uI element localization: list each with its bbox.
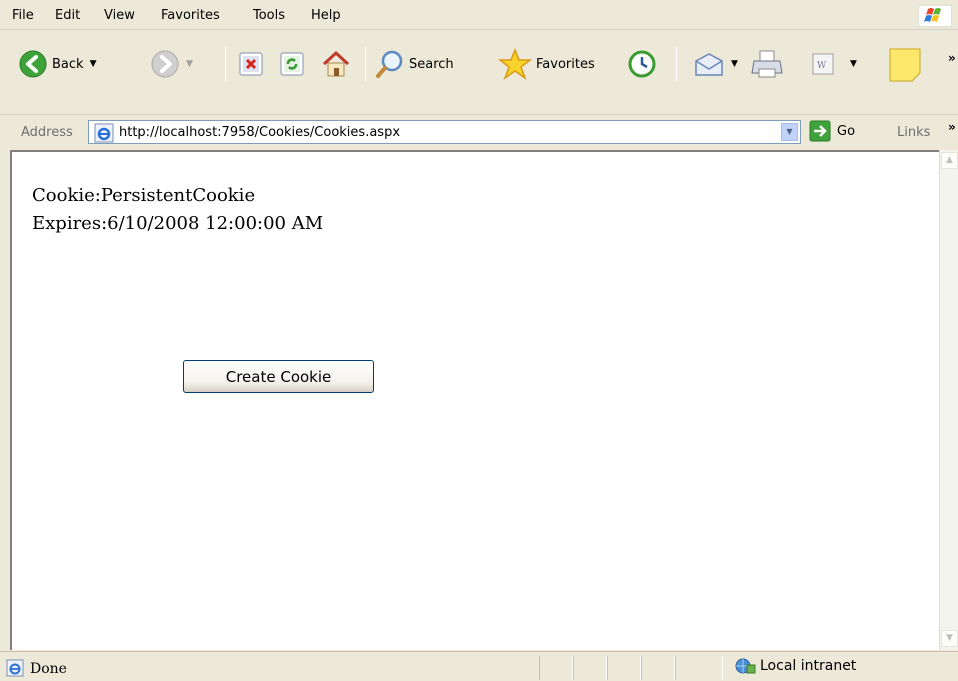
word-edit-icon: W [812, 53, 834, 75]
links-label[interactable]: Links [897, 125, 930, 140]
printer-icon [751, 50, 783, 78]
status-bar: Done Local intranet [0, 651, 958, 681]
notes-button[interactable] [888, 47, 922, 83]
ie-page-icon [94, 123, 114, 143]
menu-file[interactable]: File [12, 8, 34, 23]
edit-button[interactable]: W ▼ [810, 51, 857, 77]
menu-tools[interactable]: Tools [253, 8, 285, 23]
search-button[interactable]: Search [375, 49, 454, 79]
windows-logo-icon [918, 5, 952, 27]
vertical-scrollbar[interactable]: ▲ ▼ [939, 150, 958, 650]
favorites-button[interactable]: Favorites [498, 47, 595, 81]
address-bar: Address http://localhost:7958/Cookies/Co… [0, 116, 958, 148]
local-intranet-icon [735, 658, 756, 674]
home-icon [322, 50, 350, 77]
forward-arrow-icon [151, 50, 179, 78]
history-icon [628, 50, 656, 78]
status-cell [573, 656, 607, 680]
address-dropdown-icon[interactable]: ▼ [781, 123, 798, 141]
status-cell [539, 656, 573, 680]
page-content: Cookie:PersistentCookie Expires:6/10/200… [10, 150, 939, 650]
toolbar-separator [365, 47, 366, 81]
back-arrow-icon [19, 50, 47, 78]
go-label: Go [837, 123, 856, 139]
forward-button[interactable]: ▼ [150, 49, 193, 79]
favorites-star-icon [498, 47, 532, 80]
standard-toolbar: Back ▼ ▼ Search Favorites ▼ W ▼ » [0, 31, 958, 115]
cookie-expires-text: Expires:6/10/2008 12:00:00 AM [32, 213, 324, 234]
refresh-button[interactable] [279, 51, 305, 77]
svg-text:W: W [817, 61, 827, 71]
search-label: Search [409, 56, 454, 72]
toolbar-separator [225, 47, 226, 81]
go-button[interactable]: Go [809, 120, 855, 142]
history-button[interactable] [627, 49, 657, 79]
scroll-up-icon[interactable]: ▲ [941, 152, 958, 169]
go-arrow-icon [809, 120, 831, 142]
address-label: Address [21, 125, 73, 140]
mail-button[interactable]: ▼ [693, 51, 738, 77]
print-button[interactable] [751, 49, 783, 79]
create-cookie-button[interactable]: Create Cookie [183, 360, 374, 393]
toolbar-chevron-icon[interactable]: » [948, 51, 956, 65]
status-cell [607, 656, 641, 680]
security-zone[interactable]: Local intranet [734, 657, 856, 675]
status-text: Done [30, 661, 67, 677]
zone-label: Local intranet [760, 658, 857, 674]
stop-icon [239, 52, 263, 76]
sticky-note-icon [889, 48, 921, 82]
stop-button[interactable] [238, 51, 264, 77]
menu-favorites[interactable]: Favorites [161, 8, 220, 23]
address-input[interactable]: http://localhost:7958/Cookies/Cookies.as… [88, 120, 801, 144]
ie-page-icon [6, 659, 24, 677]
address-url: http://localhost:7958/Cookies/Cookies.as… [119, 125, 401, 140]
links-chevron-icon[interactable]: » [948, 120, 956, 134]
forward-dropdown-icon[interactable]: ▼ [186, 59, 193, 69]
search-icon [376, 50, 403, 78]
scroll-down-icon[interactable]: ▼ [941, 630, 958, 647]
menu-edit[interactable]: Edit [55, 8, 80, 23]
toolbar-separator [676, 47, 677, 81]
back-label: Back [52, 56, 84, 72]
favorites-label: Favorites [536, 56, 595, 72]
status-cell [641, 656, 675, 680]
mail-dropdown-icon[interactable]: ▼ [731, 59, 738, 69]
mail-icon [695, 53, 723, 76]
edit-dropdown-icon[interactable]: ▼ [850, 59, 857, 69]
status-cell [675, 656, 723, 680]
refresh-icon [280, 52, 304, 76]
menu-view[interactable]: View [104, 8, 135, 23]
back-button[interactable]: Back ▼ [18, 49, 96, 79]
menu-bar: File Edit View Favorites Tools Help [0, 0, 958, 30]
back-dropdown-icon[interactable]: ▼ [90, 59, 97, 69]
home-button[interactable] [321, 49, 351, 79]
cookie-name-text: Cookie:PersistentCookie [32, 185, 256, 206]
menu-help[interactable]: Help [311, 8, 341, 23]
